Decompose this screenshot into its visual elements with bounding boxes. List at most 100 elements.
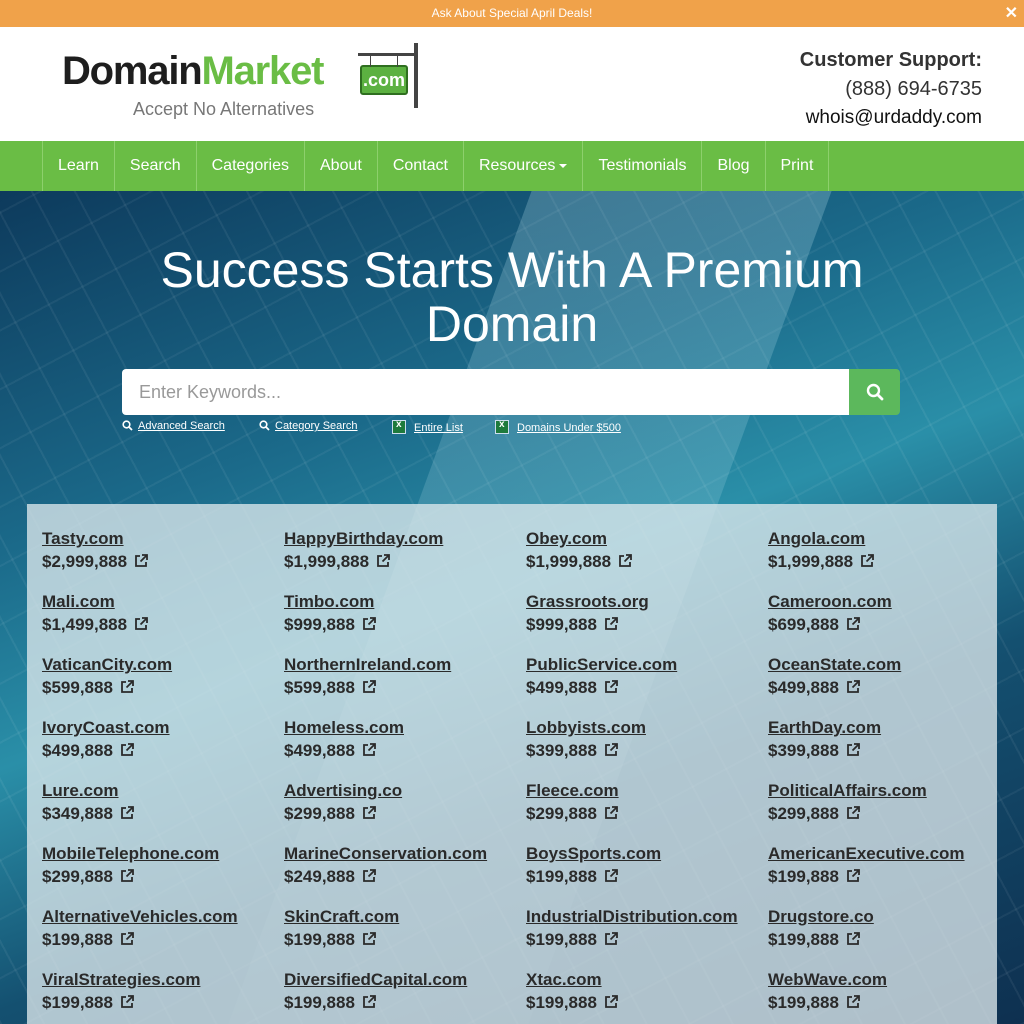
domain-name-link[interactable]: IndustrialDistribution.com bbox=[526, 907, 756, 927]
domain-name-link[interactable]: Mali.com bbox=[42, 592, 272, 612]
domain-name-link[interactable]: Angola.com bbox=[768, 529, 998, 549]
nav-item-categories[interactable]: Categories bbox=[195, 141, 304, 191]
nav-item-search[interactable]: Search bbox=[113, 141, 196, 191]
external-link-icon[interactable] bbox=[845, 868, 861, 889]
caret-down-icon bbox=[559, 163, 568, 168]
domain-name-link[interactable]: Lobbyists.com bbox=[526, 718, 756, 738]
external-link-icon[interactable] bbox=[603, 805, 619, 826]
advanced-search-link[interactable]: Advanced Search bbox=[122, 420, 225, 432]
domain-name-link[interactable]: PoliticalAffairs.com bbox=[768, 781, 998, 801]
promo-bar[interactable]: Ask About Special April Deals! ✕ bbox=[0, 0, 1024, 27]
domain-name-link[interactable]: WebWave.com bbox=[768, 970, 998, 990]
domains-under-500-label: Domains Under $500 bbox=[517, 422, 621, 434]
external-link-icon[interactable] bbox=[617, 553, 633, 574]
domain-name-link[interactable]: Lure.com bbox=[42, 781, 272, 801]
external-link-icon[interactable] bbox=[845, 742, 861, 763]
external-link-icon[interactable] bbox=[603, 616, 619, 637]
nav-item-testimonials[interactable]: Testimonials bbox=[582, 141, 701, 191]
external-link-icon[interactable] bbox=[603, 868, 619, 889]
domain-name-link[interactable]: MobileTelephone.com bbox=[42, 844, 272, 864]
nav-item-blog[interactable]: Blog bbox=[701, 141, 764, 191]
domain-name-link[interactable]: Obey.com bbox=[526, 529, 756, 549]
domain-name-link[interactable]: PublicService.com bbox=[526, 655, 756, 675]
domain-name-link[interactable]: SkinCraft.com bbox=[284, 907, 514, 927]
support-phone[interactable]: (888) 694-6735 bbox=[800, 78, 982, 101]
domain-price-value: $299,888 bbox=[284, 804, 355, 823]
domain-name-link[interactable]: Xtac.com bbox=[526, 970, 756, 990]
hero-headline-line-1: Success Starts With A Premium bbox=[160, 242, 864, 298]
entire-list-link[interactable]: Entire List bbox=[392, 419, 463, 434]
external-link-icon[interactable] bbox=[119, 805, 135, 826]
domain-listing: Angola.com $1,999,888 bbox=[768, 529, 998, 579]
domain-name-link[interactable]: AmericanExecutive.com bbox=[768, 844, 998, 864]
external-link-icon[interactable] bbox=[845, 805, 861, 826]
external-link-icon[interactable] bbox=[119, 931, 135, 952]
nav-item-print[interactable]: Print bbox=[764, 141, 830, 191]
external-link-icon[interactable] bbox=[361, 616, 377, 637]
domain-name-link[interactable]: AlternativeVehicles.com bbox=[42, 907, 272, 927]
external-link-icon[interactable] bbox=[603, 742, 619, 763]
search-input[interactable] bbox=[122, 369, 850, 415]
domain-name-link[interactable]: Cameroon.com bbox=[768, 592, 998, 612]
domain-name-link[interactable]: Drugstore.co bbox=[768, 907, 998, 927]
external-link-icon[interactable] bbox=[361, 805, 377, 826]
external-link-icon[interactable] bbox=[361, 868, 377, 889]
external-link-icon[interactable] bbox=[361, 994, 377, 1015]
external-link-icon[interactable] bbox=[845, 994, 861, 1015]
domain-name-link[interactable]: Grassroots.org bbox=[526, 592, 756, 612]
external-link-icon[interactable] bbox=[845, 616, 861, 637]
domain-price: $199,888 bbox=[42, 930, 272, 952]
external-link-icon[interactable] bbox=[845, 679, 861, 700]
domain-name-link[interactable]: VaticanCity.com bbox=[42, 655, 272, 675]
external-link-icon[interactable] bbox=[603, 679, 619, 700]
domain-price-value: $349,888 bbox=[42, 804, 113, 823]
domain-name-link[interactable]: ViralStrategies.com bbox=[42, 970, 272, 990]
domain-price: $199,888 bbox=[42, 993, 272, 1015]
domain-name-link[interactable]: OceanState.com bbox=[768, 655, 998, 675]
external-link-icon[interactable] bbox=[361, 679, 377, 700]
external-link-icon[interactable] bbox=[859, 553, 875, 574]
external-link-icon[interactable] bbox=[133, 553, 149, 574]
external-link-icon[interactable] bbox=[361, 742, 377, 763]
domains-under-500-link[interactable]: Domains Under $500 bbox=[495, 419, 621, 434]
logo[interactable]: DomainMarket .com Accept No Alternatives bbox=[62, 43, 432, 133]
support-title: Customer Support: bbox=[799, 49, 982, 71]
close-icon[interactable]: ✕ bbox=[1005, 0, 1018, 27]
external-link-icon[interactable] bbox=[119, 679, 135, 700]
domain-name-link[interactable]: DiversifiedCapital.com bbox=[284, 970, 514, 990]
domain-price: $999,888 bbox=[284, 615, 514, 637]
external-link-icon[interactable] bbox=[845, 931, 861, 952]
domain-name-link[interactable]: Timbo.com bbox=[284, 592, 514, 612]
nav-item-about[interactable]: About bbox=[304, 141, 377, 191]
external-link-icon[interactable] bbox=[375, 553, 391, 574]
domain-price: $699,888 bbox=[768, 615, 998, 637]
external-link-icon[interactable] bbox=[119, 994, 135, 1015]
search-button[interactable] bbox=[849, 369, 900, 415]
external-link-icon[interactable] bbox=[361, 931, 377, 952]
domain-name-link[interactable]: BoysSports.com bbox=[526, 844, 756, 864]
domain-name-link[interactable]: Advertising.co bbox=[284, 781, 514, 801]
nav-item-resources[interactable]: Resources bbox=[462, 141, 582, 191]
domain-listing: Timbo.com $999,888 bbox=[284, 592, 514, 642]
domain-name-link[interactable]: HappyBirthday.com bbox=[284, 529, 514, 549]
domain-name-link[interactable]: NorthernIreland.com bbox=[284, 655, 514, 675]
nav-item-contact[interactable]: Contact bbox=[376, 141, 463, 191]
category-search-link[interactable]: Category Search bbox=[259, 420, 358, 432]
external-link-icon[interactable] bbox=[603, 931, 619, 952]
domain-name-link[interactable]: Tasty.com bbox=[42, 529, 272, 549]
domain-name-link[interactable]: Homeless.com bbox=[284, 718, 514, 738]
logo-sign-post bbox=[414, 43, 418, 108]
external-link-icon[interactable] bbox=[119, 742, 135, 763]
external-link-icon[interactable] bbox=[119, 868, 135, 889]
domain-name-link[interactable]: MarineConservation.com bbox=[284, 844, 514, 864]
domain-name-link[interactable]: Fleece.com bbox=[526, 781, 756, 801]
support-email[interactable]: whois@urdaddy.com bbox=[800, 107, 982, 129]
external-link-icon[interactable] bbox=[133, 616, 149, 637]
domain-name-link[interactable]: IvoryCoast.com bbox=[42, 718, 272, 738]
external-link-icon[interactable] bbox=[603, 994, 619, 1015]
nav-item-learn[interactable]: Learn bbox=[42, 141, 114, 191]
promo-text[interactable]: Ask About Special April Deals! bbox=[432, 6, 593, 20]
domain-price: $599,888 bbox=[284, 678, 514, 700]
domain-listing: Lobbyists.com $399,888 bbox=[526, 718, 756, 768]
domain-name-link[interactable]: EarthDay.com bbox=[768, 718, 998, 738]
